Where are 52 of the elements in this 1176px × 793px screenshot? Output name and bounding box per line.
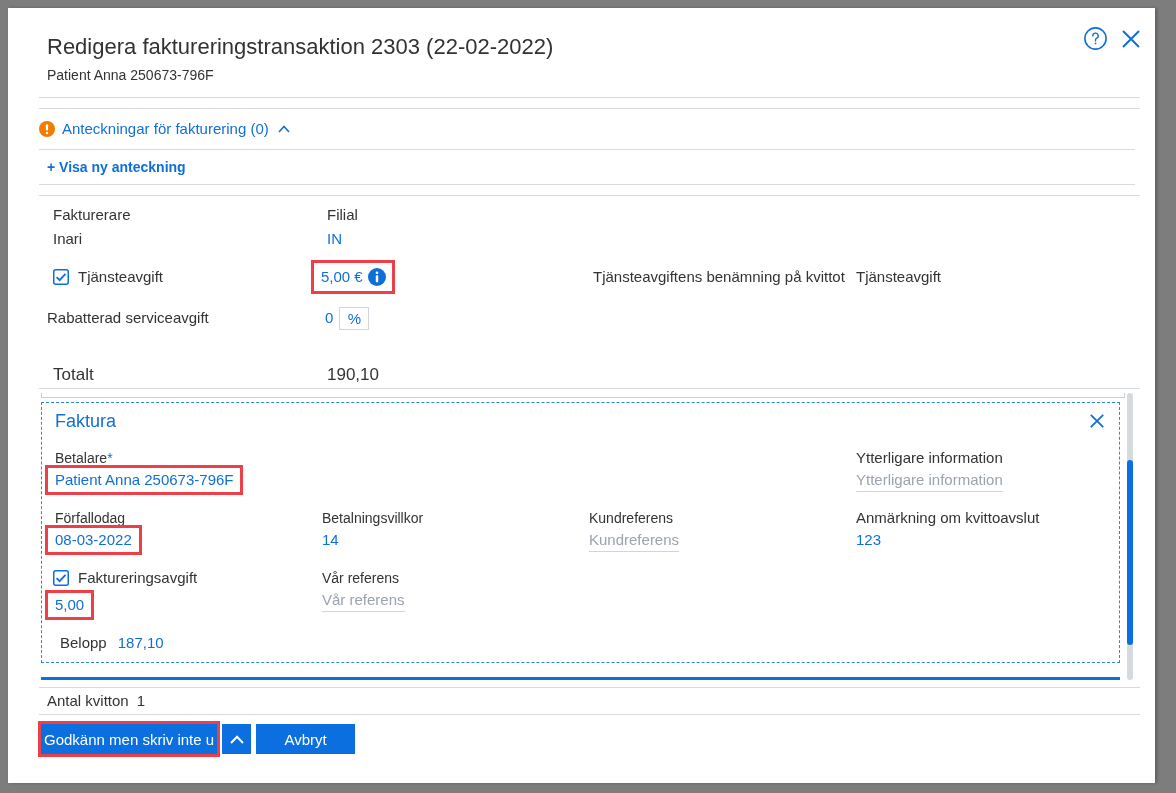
- field-value: Tjänsteavgift: [856, 267, 942, 287]
- field-label: Filial: [327, 205, 358, 225]
- field-value[interactable]: 14: [322, 528, 339, 552]
- total-label: Totalt: [53, 364, 94, 385]
- scrollbar-thumb[interactable]: [1127, 460, 1133, 645]
- checkbox-label: Faktureringsavgift: [78, 568, 198, 588]
- caret-up-icon[interactable]: [277, 125, 290, 133]
- total-value: 190,10: [327, 364, 379, 385]
- amount-value: 187,10: [117, 633, 164, 653]
- field-label: Rabatterad serviceavgift: [47, 308, 209, 328]
- field-label: Kundreferens: [589, 509, 674, 528]
- cancel-button[interactable]: Avbryt: [256, 724, 356, 754]
- field-label: Förfallodag: [55, 509, 126, 528]
- receipt-count-value: 1: [136, 691, 146, 711]
- close-icon[interactable]: [1122, 29, 1140, 48]
- input-field[interactable]: Kundreferens: [589, 528, 680, 552]
- amount-label: Belopp: [60, 633, 107, 653]
- field-value: Inari: [53, 229, 83, 249]
- unit-toggle[interactable]: %: [339, 306, 370, 330]
- field-label: Betalningsvillkor: [322, 509, 424, 528]
- approve-button[interactable]: Godkänn men skriv inte u: [41, 724, 218, 754]
- close-icon[interactable]: [1090, 414, 1104, 428]
- field-value[interactable]: Patient Anna 250673-796F: [55, 468, 234, 492]
- field-label: Ytterligare information: [856, 448, 1003, 468]
- field-label: Tjänsteavgiftens benämning på kvittot: [593, 267, 845, 287]
- field-label: Fakturerare: [53, 205, 131, 225]
- field-label: Anmärkning om kvittoavslut: [856, 508, 1040, 528]
- checkbox[interactable]: [53, 570, 69, 586]
- dialog-subtitle: Patient Anna 250673-796F: [47, 66, 214, 85]
- field-value[interactable]: 5,00: [55, 593, 85, 617]
- scrollbar-track[interactable]: [1127, 393, 1133, 680]
- notes-toggle[interactable]: Anteckningar för fakturering (0): [62, 119, 269, 139]
- field-value[interactable]: IN: [327, 227, 342, 251]
- fee-value[interactable]: 5,00 €: [321, 265, 363, 289]
- dropdown-button[interactable]: [222, 724, 252, 754]
- field-value[interactable]: 123: [856, 528, 882, 552]
- input-field[interactable]: Ytterligare information: [856, 468, 1003, 492]
- field-value[interactable]: 08-03-2022: [55, 528, 132, 552]
- receipt-count-label: Antal kvitton: [47, 691, 129, 711]
- caret-up-icon: [229, 734, 244, 744]
- checkbox[interactable]: [53, 269, 69, 285]
- section-title: Faktura: [55, 410, 117, 433]
- dialog-title: Redigera faktureringstransaktion 2303 (22-02-2022): [47, 33, 554, 61]
- input-field[interactable]: Vår referens: [322, 588, 405, 612]
- warning-icon: [39, 121, 55, 137]
- field-value[interactable]: 0: [325, 306, 334, 330]
- help-icon[interactable]: [1084, 27, 1107, 50]
- field-label: Betalare*: [55, 449, 113, 468]
- add-note-link[interactable]: + Visa ny anteckning: [47, 157, 186, 177]
- checkbox-label: Tjänsteavgift: [78, 267, 164, 287]
- field-label: Vår referens: [322, 569, 400, 588]
- info-icon[interactable]: [367, 268, 386, 286]
